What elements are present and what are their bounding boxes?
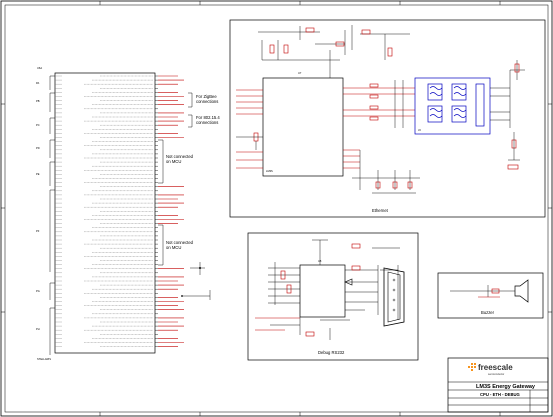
freescale-logo: freescale semiconductor <box>468 363 513 376</box>
sheet-inner-border <box>4 4 549 413</box>
svg-text:U7: U7 <box>298 71 302 75</box>
company-logo-text: freescale <box>478 363 513 372</box>
title-block: freescale semiconductor LM3S Energy Gate… <box>447 357 549 413</box>
svg-text:PG: PG <box>36 289 40 293</box>
zigbee-note: For ZigBee connections <box>196 94 218 104</box>
eth-left-nets <box>236 89 263 169</box>
rs232-transceiver-ic: U8 <box>299 259 346 318</box>
buzzer-label: Buzzer <box>481 310 495 315</box>
ethernet-label: Ethernet <box>372 208 389 213</box>
company-logo-subtext: semiconductor <box>488 373 504 376</box>
project-title: LM3S Energy Gateway <box>476 384 536 390</box>
rs232-red-nets <box>255 317 300 331</box>
svg-text:PH: PH <box>36 327 40 331</box>
eth-left-parts <box>236 132 263 150</box>
svg-text:PF: PF <box>36 229 40 233</box>
debug-rs232-label: Debug RS232 <box>318 350 345 355</box>
rj45-magjack: J3 <box>414 77 491 135</box>
svg-text:PA: PA <box>36 81 40 85</box>
svg-text:J3: J3 <box>418 128 421 132</box>
svg-text:PE: PE <box>36 172 40 176</box>
border-ticks <box>1 1 552 416</box>
svg-text:LM3S: LM3S <box>266 169 273 173</box>
mcu-power-symbols <box>181 262 211 300</box>
debug-rs232-block <box>247 232 419 361</box>
sheet-title: CPU - ETH - DEBUG <box>480 392 520 397</box>
db9-connector <box>383 267 405 327</box>
svg-text:PC: PC <box>36 123 40 127</box>
svg-text:PD: PD <box>36 146 40 150</box>
eth-series-resistors <box>369 80 404 128</box>
ethernet-phy-ic: U7 LM3S <box>262 71 344 177</box>
mcu-ref-label: U6A <box>37 66 42 70</box>
eth-bottom-caps <box>352 150 420 194</box>
mcu-bottom-label: STELLARIS <box>37 357 51 361</box>
svg-text:PB: PB <box>36 99 40 103</box>
schematic-sheet: U6A PA PB PC PD PE PF PG PH STELLARIS For Zig… <box>0 0 553 417</box>
eth-top-passives <box>258 25 410 78</box>
rj45-right-wiring <box>490 60 525 128</box>
mcu-symbol: U6A PA PB PC PD PE PF PG PH STELLARIS <box>36 66 156 361</box>
ethernet-block <box>229 19 546 218</box>
sheet-border <box>0 0 553 417</box>
not-connected-note-2: Not connected on MCU <box>166 240 194 250</box>
eth-right-nets <box>343 87 415 169</box>
rs232-wiring <box>268 239 400 340</box>
buzzer-symbol <box>450 279 529 303</box>
rs232-caps <box>280 243 361 337</box>
ieee-note: For 802.15.4 connections <box>196 115 220 125</box>
mcu-pins <box>55 75 184 347</box>
not-connected-note-1: Not connected on MCU <box>166 154 194 164</box>
